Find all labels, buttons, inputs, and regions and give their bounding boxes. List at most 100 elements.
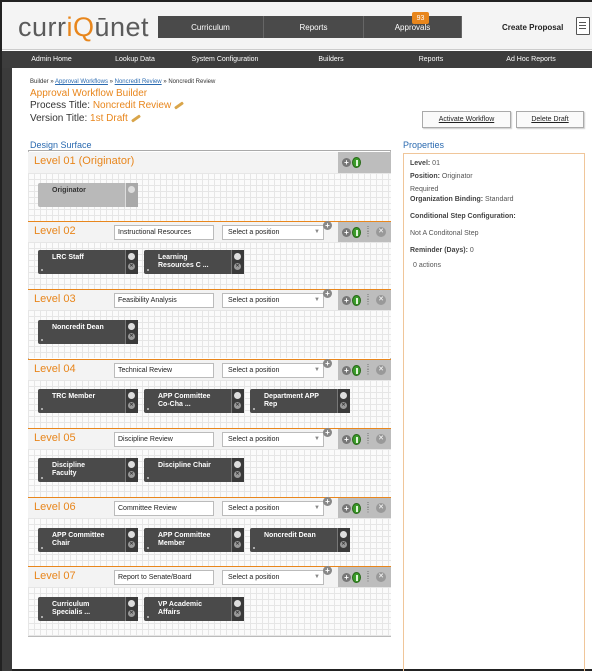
nav-reports[interactable]: Reports bbox=[264, 16, 364, 38]
nav-curriculum[interactable]: Curriculum bbox=[158, 16, 264, 38]
info-icon[interactable] bbox=[352, 157, 361, 168]
create-proposal-link[interactable]: Create Proposal bbox=[502, 16, 572, 38]
info-icon[interactable] bbox=[128, 186, 135, 193]
position-card[interactable]: VP Academic Affairs ✕ bbox=[144, 597, 244, 621]
add-position-icon[interactable]: + bbox=[323, 428, 332, 437]
position-card[interactable]: APP Committee Co-Cha ... ✕ bbox=[144, 389, 244, 413]
position-card[interactable]: APP Committee Member ✕ bbox=[144, 528, 244, 552]
info-icon[interactable] bbox=[352, 434, 361, 445]
position-card[interactable]: Learning Resources C ... ✕ bbox=[144, 250, 244, 274]
remove-icon[interactable]: ✕ bbox=[128, 402, 135, 409]
prop-actions[interactable]: 0 actions bbox=[413, 262, 578, 269]
info-icon[interactable] bbox=[352, 503, 361, 514]
info-icon[interactable] bbox=[234, 600, 241, 607]
position-card[interactable]: Discipline Chair ✕ bbox=[144, 458, 244, 482]
add-position-icon[interactable]: + bbox=[323, 289, 332, 298]
info-icon[interactable] bbox=[128, 392, 135, 399]
position-card[interactable]: APP Committee Chair ✕ bbox=[38, 528, 138, 552]
remove-icon[interactable]: ✕ bbox=[128, 471, 135, 478]
info-icon[interactable] bbox=[234, 461, 241, 468]
remove-icon[interactable]: ✕ bbox=[128, 333, 135, 340]
position-select[interactable]: Select a position ▼ bbox=[222, 501, 324, 516]
level-name-input[interactable]: Technical Review bbox=[114, 363, 214, 378]
info-icon[interactable] bbox=[128, 461, 135, 468]
edit-pencil-icon[interactable] bbox=[131, 114, 141, 122]
delete-level-icon[interactable]: ✕ bbox=[376, 434, 386, 444]
delete-draft-button[interactable]: Delete Draft bbox=[516, 111, 584, 128]
remove-icon[interactable]: ✕ bbox=[234, 541, 241, 548]
level-name-input[interactable]: Feasibility Analysis bbox=[114, 293, 214, 308]
subnav-builders[interactable]: Builders bbox=[281, 51, 381, 68]
info-icon[interactable] bbox=[340, 392, 347, 399]
subnav-reports[interactable]: Reports bbox=[381, 51, 481, 68]
position-select[interactable]: Select a position ▼ bbox=[222, 570, 324, 585]
subnav-admin-home[interactable]: Admin Home bbox=[2, 51, 101, 68]
remove-icon[interactable]: ✕ bbox=[340, 541, 347, 548]
position-card-originator[interactable]: Originator bbox=[38, 183, 138, 207]
remove-icon[interactable]: ✕ bbox=[128, 541, 135, 548]
breadcrumb-approval-workflows[interactable]: Approval Workflows bbox=[55, 79, 108, 85]
position-card[interactable]: Discipline Faculty ✕ bbox=[38, 458, 138, 482]
add-step-icon[interactable]: + bbox=[342, 228, 351, 237]
position-card[interactable]: TRC Member ✕ bbox=[38, 389, 138, 413]
info-icon[interactable] bbox=[128, 600, 135, 607]
position-select[interactable]: Select a position ▼ bbox=[222, 225, 324, 240]
info-icon[interactable] bbox=[340, 531, 347, 538]
info-icon[interactable] bbox=[128, 531, 135, 538]
add-step-icon[interactable]: + bbox=[342, 296, 351, 305]
remove-icon[interactable]: ✕ bbox=[340, 402, 347, 409]
level-name-input[interactable]: Instructional Resources bbox=[114, 225, 214, 240]
remove-icon[interactable]: ✕ bbox=[234, 471, 241, 478]
position-card[interactable]: Department APP Rep ✕ bbox=[250, 389, 350, 413]
reorder-icon[interactable]: ⋮ ⋮ bbox=[364, 364, 372, 376]
activate-workflow-button[interactable]: Activate Workflow bbox=[422, 111, 511, 128]
remove-icon[interactable]: ✕ bbox=[128, 263, 135, 270]
info-icon[interactable] bbox=[128, 323, 135, 330]
reorder-icon[interactable]: ⋮ ⋮ bbox=[364, 294, 372, 306]
subnav-ad-hoc-reports[interactable]: Ad Hoc Reports bbox=[481, 51, 581, 68]
remove-icon[interactable]: ✕ bbox=[234, 610, 241, 617]
add-position-icon[interactable]: + bbox=[323, 359, 332, 368]
add-position-icon[interactable]: + bbox=[323, 221, 332, 230]
info-icon[interactable] bbox=[352, 227, 361, 238]
info-icon[interactable] bbox=[234, 531, 241, 538]
position-select[interactable]: Select a position ▼ bbox=[222, 363, 324, 378]
add-position-icon[interactable]: + bbox=[323, 566, 332, 575]
info-icon[interactable] bbox=[352, 572, 361, 583]
reorder-icon[interactable]: ⋮ ⋮ bbox=[364, 226, 372, 238]
position-select[interactable]: Select a position ▼ bbox=[222, 293, 324, 308]
reorder-icon[interactable]: ⋮ ⋮ bbox=[364, 502, 372, 514]
delete-level-icon[interactable]: ✕ bbox=[376, 503, 386, 513]
info-icon[interactable] bbox=[352, 295, 361, 306]
info-icon[interactable] bbox=[234, 392, 241, 399]
level-name-input[interactable]: Discipline Review bbox=[114, 432, 214, 447]
add-step-icon[interactable]: + bbox=[342, 366, 351, 375]
delete-level-icon[interactable]: ✕ bbox=[376, 572, 386, 582]
reorder-icon[interactable]: ⋮ ⋮ bbox=[364, 433, 372, 445]
add-position-icon[interactable]: + bbox=[323, 497, 332, 506]
delete-level-icon[interactable]: ✕ bbox=[376, 365, 386, 375]
breadcrumb-noncredit-review[interactable]: Noncredit Review bbox=[115, 79, 162, 85]
info-icon[interactable] bbox=[352, 365, 361, 376]
remove-icon[interactable]: ✕ bbox=[234, 263, 241, 270]
app-logo[interactable]: curriQūnet bbox=[18, 12, 149, 43]
reorder-icon[interactable]: ⋮ ⋮ bbox=[364, 571, 372, 583]
document-icon[interactable] bbox=[576, 17, 590, 35]
edit-pencil-icon[interactable] bbox=[174, 101, 184, 109]
add-step-icon[interactable]: + bbox=[342, 435, 351, 444]
info-icon[interactable] bbox=[128, 253, 135, 260]
add-step-icon[interactable]: + bbox=[342, 158, 351, 167]
subnav-system-configuration[interactable]: System Configuration bbox=[169, 51, 281, 68]
position-card[interactable]: LRC Staff ✕ bbox=[38, 250, 138, 274]
position-card[interactable]: Noncredit Dean ✕ bbox=[38, 320, 138, 344]
add-step-icon[interactable]: + bbox=[342, 504, 351, 513]
add-step-icon[interactable]: + bbox=[342, 573, 351, 582]
remove-icon[interactable]: ✕ bbox=[234, 402, 241, 409]
info-icon[interactable] bbox=[234, 253, 241, 260]
position-card[interactable]: Curriculum Specialis ... ✕ bbox=[38, 597, 138, 621]
subnav-lookup-data[interactable]: Lookup Data bbox=[101, 51, 169, 68]
level-name-input[interactable]: Committee Review bbox=[114, 501, 214, 516]
level-name-input[interactable]: Report to Senate/Board bbox=[114, 570, 214, 585]
remove-icon[interactable]: ✕ bbox=[128, 610, 135, 617]
delete-level-icon[interactable]: ✕ bbox=[376, 227, 386, 237]
